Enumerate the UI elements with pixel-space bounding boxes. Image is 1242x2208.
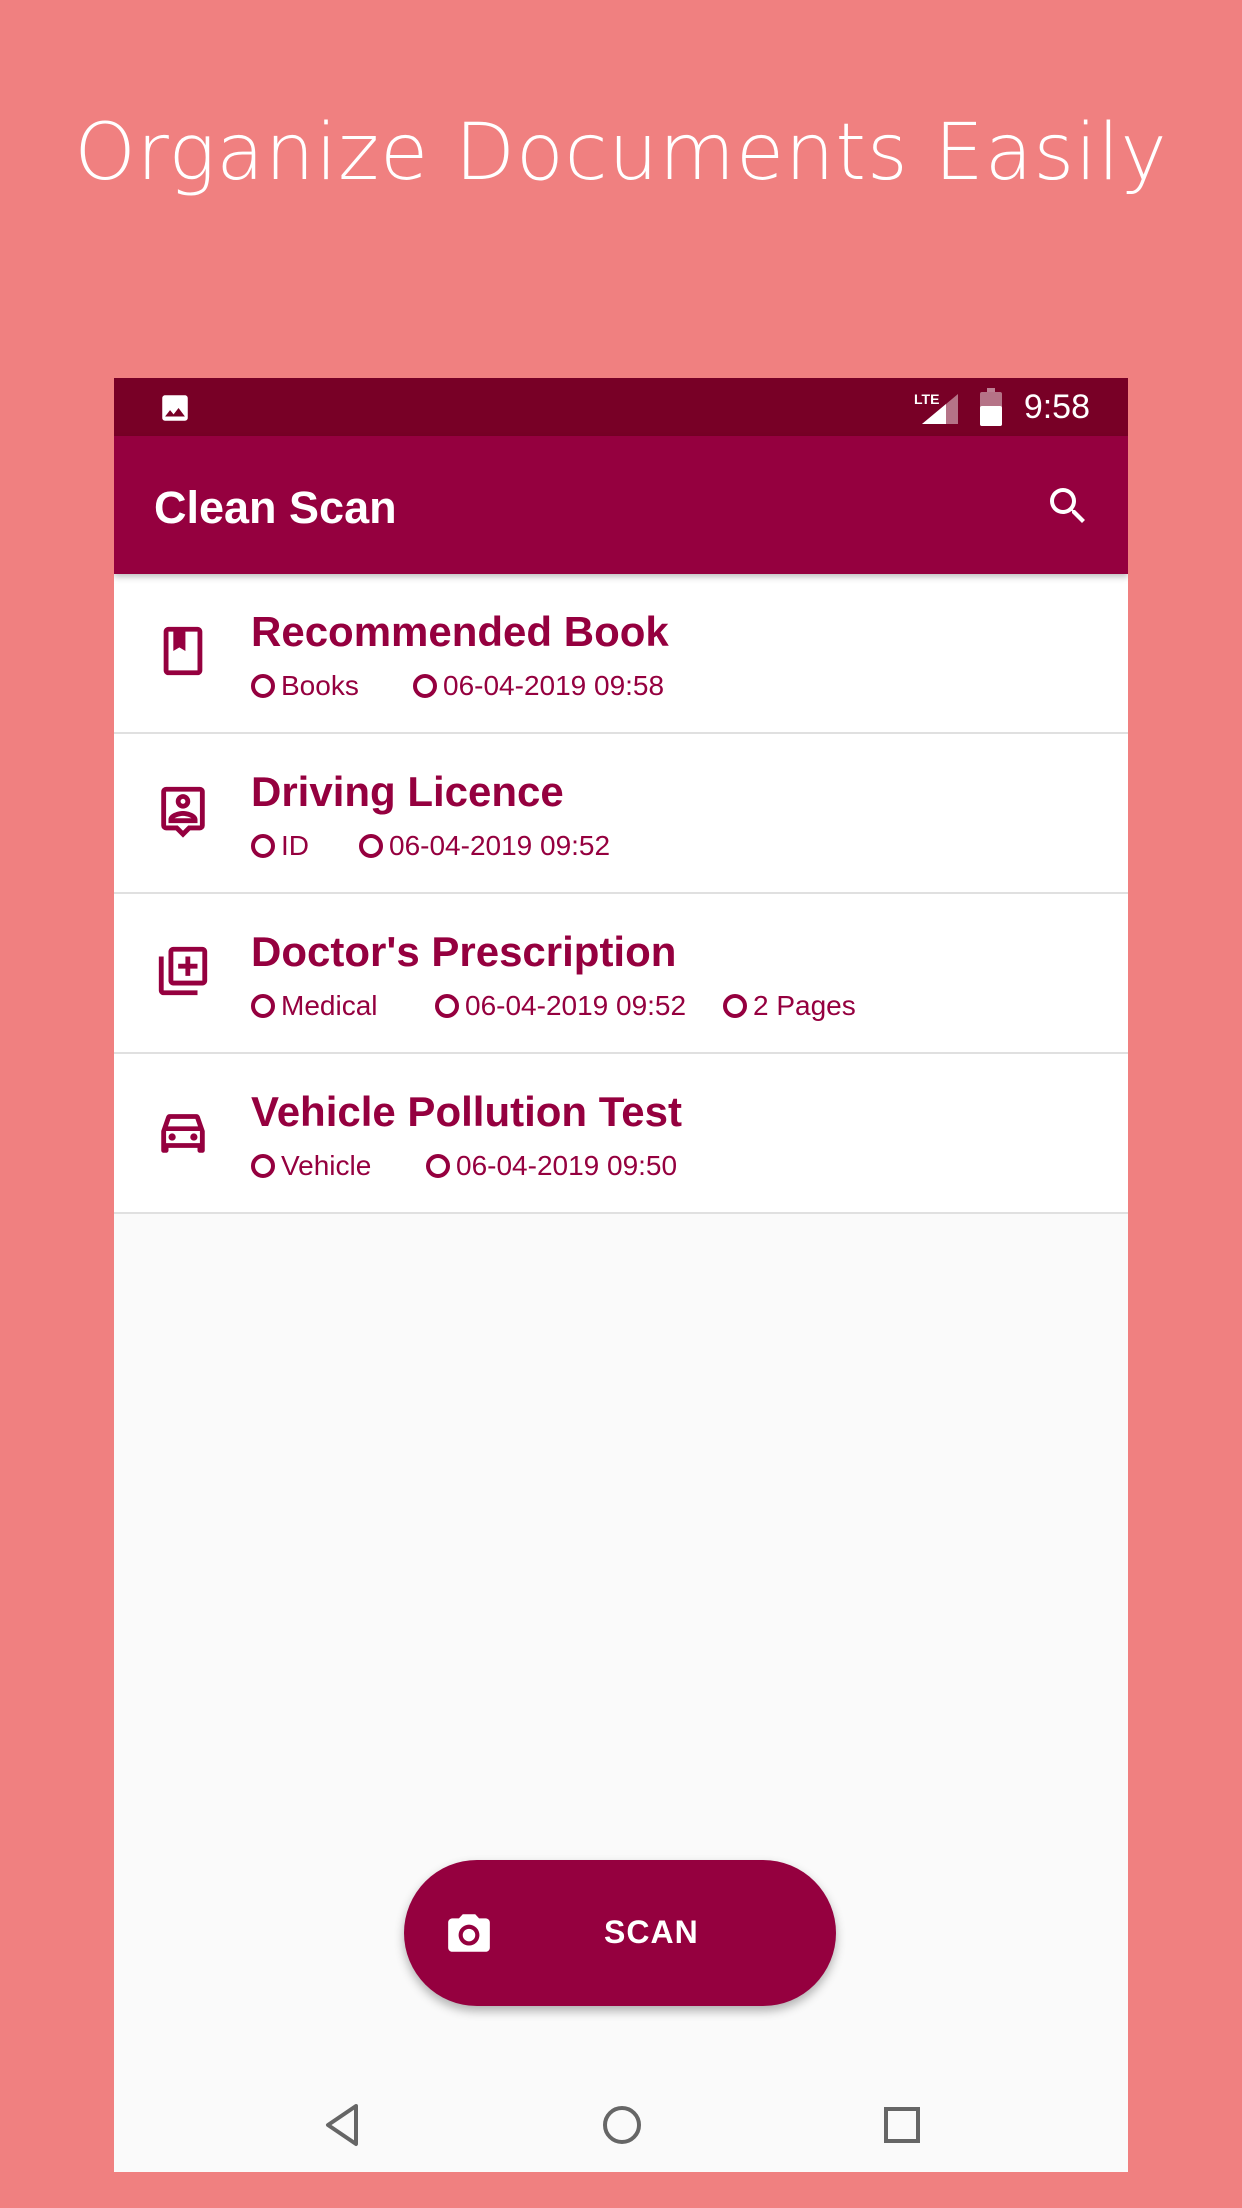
promo-headline: Organize Documents Easily [74, 108, 1168, 198]
status-bar: LTE 9:58 [114, 378, 1128, 436]
document-title: Doctor's Prescription [251, 928, 677, 975]
image-notification-icon [162, 395, 188, 421]
circle-bullet-icon [251, 834, 275, 858]
document-category: ID [281, 830, 309, 861]
id-card-icon [161, 786, 205, 838]
list-item[interactable]: Vehicle Pollution Test Vehicle 06-04-201… [114, 1054, 1128, 1214]
back-icon[interactable] [322, 2102, 362, 2148]
document-list: Recommended Book Books 06-04-2019 09:58 … [114, 574, 1128, 1214]
document-date: 06-04-2019 09:52 [465, 990, 687, 1021]
app-title: Clean Scan [154, 482, 397, 533]
svg-text:LTE: LTE [914, 391, 939, 407]
circle-bullet-icon [413, 674, 437, 698]
app-bar: Clean Scan [114, 436, 1128, 574]
navigation-bar [114, 2078, 1128, 2172]
add-to-library-icon [158, 946, 208, 996]
list-item[interactable]: Doctor's Prescription Medical 06-04-2019… [114, 894, 1128, 1054]
status-time: 9:58 [1023, 388, 1090, 426]
document-title: Recommended Book [251, 608, 669, 655]
recents-icon[interactable] [882, 2102, 922, 2148]
circle-bullet-icon [251, 1154, 275, 1178]
car-icon [161, 1114, 205, 1153]
circle-bullet-icon [435, 994, 459, 1018]
book-icon [163, 626, 203, 676]
document-pages: 2 Pages [753, 990, 856, 1021]
search-icon[interactable] [1044, 482, 1092, 530]
circle-bullet-icon [251, 674, 275, 698]
document-category: Vehicle [281, 1150, 372, 1181]
document-category: Books [281, 670, 359, 701]
list-item[interactable]: Recommended Book Books 06-04-2019 09:58 [114, 574, 1128, 734]
document-date: 06-04-2019 09:58 [443, 670, 665, 701]
lte-signal-icon: LTE [914, 391, 958, 424]
home-icon[interactable] [601, 2102, 643, 2148]
document-title: Driving Licence [251, 768, 564, 815]
document-category: Medical [281, 990, 378, 1021]
document-date: 06-04-2019 09:50 [456, 1150, 678, 1181]
document-date: 06-04-2019 09:52 [389, 830, 611, 861]
phone-screen: LTE 9:58 Clean Scan Recommended Book Boo… [114, 378, 1128, 2172]
circle-bullet-icon [426, 1154, 450, 1178]
circle-bullet-icon [251, 994, 275, 1018]
circle-bullet-icon [723, 994, 747, 1018]
scan-button[interactable]: SCAN [404, 1860, 836, 2006]
camera-icon [448, 1914, 490, 1952]
document-title: Vehicle Pollution Test [251, 1088, 682, 1135]
scan-button-label: SCAN [604, 1914, 699, 1950]
list-item[interactable]: Driving Licence ID 06-04-2019 09:52 [114, 734, 1128, 894]
battery-icon [980, 388, 1002, 426]
circle-bullet-icon [359, 834, 383, 858]
